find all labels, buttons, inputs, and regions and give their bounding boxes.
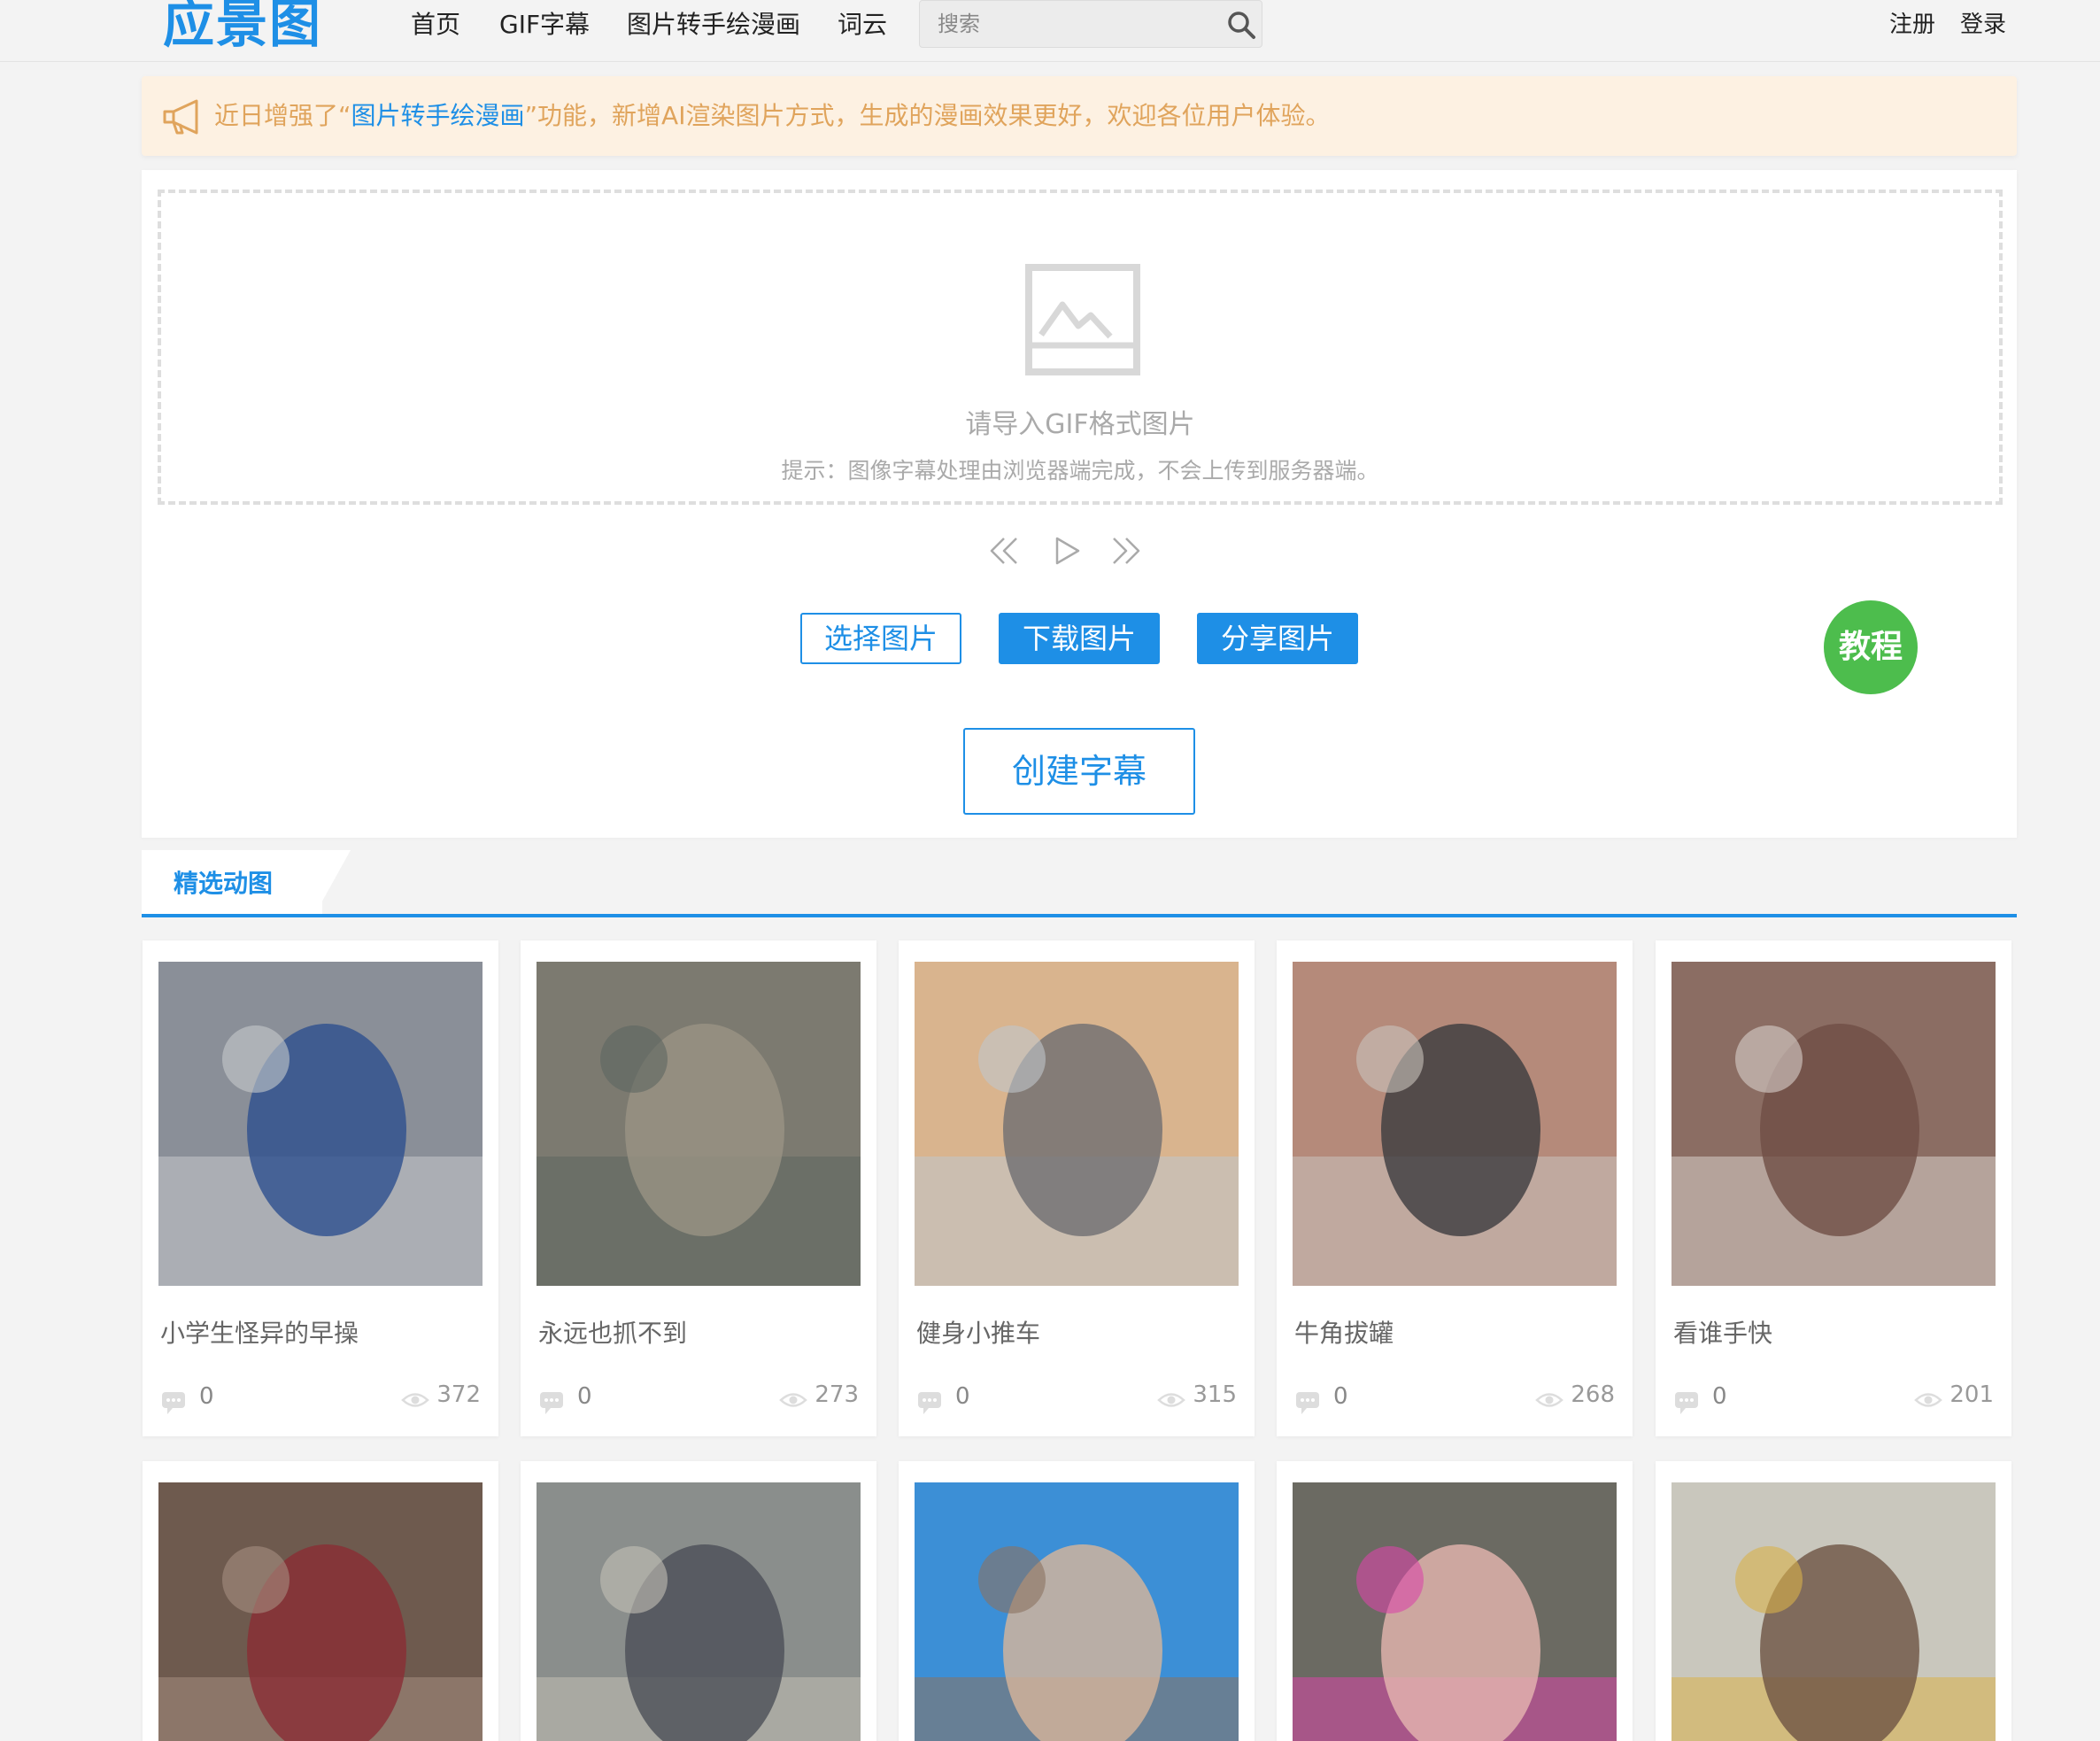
gif-thumbnail[interactable]	[158, 1482, 483, 1741]
announcement-suffix: ”功能，新增AI渲染图片方式，生成的漫画效果更好，欢迎各位用户体验。	[524, 101, 1331, 130]
gif-thumbnail[interactable]	[1672, 962, 1996, 1286]
create-caption-button[interactable]: 创建字幕	[963, 728, 1195, 815]
gif-card[interactable]: 小学生怪异的早操 0 372	[143, 940, 498, 1436]
gif-thumbnail[interactable]	[158, 962, 483, 1286]
comment-icon	[540, 1392, 563, 1414]
comment-count: 0	[199, 1383, 214, 1410]
gif-thumbnail-detail	[600, 1546, 668, 1613]
gif-thumbnail-detail	[222, 1025, 290, 1093]
megaphone-icon	[163, 99, 198, 135]
comment-icon	[1296, 1392, 1319, 1414]
gif-card[interactable]	[899, 1461, 1255, 1741]
share-image-button[interactable]: 分享图片	[1197, 613, 1358, 664]
gif-card[interactable]	[1656, 1461, 2011, 1741]
gif-thumbnail-detail	[1356, 1025, 1424, 1093]
gif-thumbnail[interactable]	[915, 962, 1239, 1286]
login-link[interactable]: 登录	[1960, 7, 2006, 43]
nav-item-photo-to-comic[interactable]: 图片转手绘漫画	[627, 7, 800, 43]
comment-count: 0	[955, 1383, 970, 1410]
comment-icon	[162, 1392, 185, 1414]
gif-thumbnail-detail	[978, 1546, 1046, 1613]
eye-icon	[1535, 1393, 1563, 1407]
view-count: 273	[815, 1381, 859, 1408]
announcement-prefix: 近日增强了“	[214, 101, 351, 130]
gif-card[interactable]	[143, 1461, 498, 1741]
comment-icon	[1675, 1392, 1698, 1414]
search-icon[interactable]	[1225, 9, 1257, 41]
gif-thumbnail-detail	[978, 1025, 1046, 1093]
view-count: 315	[1193, 1381, 1237, 1408]
section-tabs: 精选动图	[142, 850, 2017, 917]
view-count: 201	[1949, 1381, 1994, 1408]
gif-card[interactable]: 健身小推车 0 315	[899, 940, 1255, 1436]
eye-icon	[401, 1393, 429, 1407]
gif-thumbnail[interactable]	[537, 1482, 861, 1741]
gif-dropzone[interactable]: 请导入GIF格式图片 提示：图像字幕处理由浏览器端完成，不会上传到服务器端。	[158, 190, 2003, 505]
gif-thumbnail[interactable]	[537, 962, 861, 1286]
gif-title[interactable]: 永远也抓不到	[538, 1314, 687, 1350]
gif-thumbnail-detail	[222, 1546, 290, 1613]
search-box	[919, 0, 1262, 48]
register-link[interactable]: 注册	[1889, 7, 1935, 43]
gif-title[interactable]: 看谁手快	[1673, 1314, 1772, 1350]
announcement-banner: 近日增强了“图片转手绘漫画”功能，新增AI渲染图片方式，生成的漫画效果更好，欢迎…	[142, 76, 2017, 156]
download-image-button[interactable]: 下载图片	[999, 613, 1160, 664]
comment-count: 0	[1712, 1383, 1727, 1410]
image-placeholder-icon	[1025, 264, 1140, 375]
dropzone-title: 请导入GIF格式图片	[965, 409, 1195, 440]
gif-title[interactable]: 牛角拔罐	[1294, 1314, 1394, 1350]
gif-title[interactable]: 小学生怪异的早操	[160, 1314, 359, 1350]
comment-count: 0	[577, 1383, 592, 1410]
gif-thumbnail-detail	[600, 1025, 668, 1093]
gif-thumbnail[interactable]	[1293, 962, 1617, 1286]
site-logo[interactable]: 应景图	[163, 0, 322, 55]
tab-featured-gifs[interactable]: 精选动图	[142, 850, 322, 914]
gif-thumbnail-detail	[1356, 1546, 1424, 1613]
eye-icon	[1914, 1393, 1942, 1407]
gif-thumbnail-detail	[1735, 1025, 1803, 1093]
tutorial-button[interactable]: 教程	[1824, 600, 1918, 694]
rewind-icon[interactable]	[986, 533, 1022, 569]
gif-card[interactable]	[521, 1461, 876, 1741]
select-image-button[interactable]: 选择图片	[800, 613, 961, 664]
play-icon[interactable]	[1048, 533, 1084, 569]
nav-item-home[interactable]: 首页	[411, 7, 460, 43]
gif-card[interactable]	[1277, 1461, 1633, 1741]
announcement-text: 近日增强了“图片转手绘漫画”功能，新增AI渲染图片方式，生成的漫画效果更好，欢迎…	[214, 76, 1330, 156]
gif-card[interactable]: 牛角拔罐 0 268	[1277, 940, 1633, 1436]
fast-forward-icon[interactable]	[1108, 533, 1144, 569]
eye-icon	[1157, 1393, 1185, 1407]
view-count: 372	[436, 1381, 481, 1408]
search-input[interactable]	[938, 8, 1203, 40]
gif-thumbnail-detail	[1735, 1546, 1803, 1613]
gif-card[interactable]: 看谁手快 0 201	[1656, 940, 2011, 1436]
gif-thumbnail[interactable]	[915, 1482, 1239, 1741]
gif-card[interactable]: 永远也抓不到 0 273	[521, 940, 876, 1436]
eye-icon	[779, 1393, 807, 1407]
nav-item-word-cloud[interactable]: 词云	[838, 7, 887, 43]
view-count: 268	[1571, 1381, 1615, 1408]
gif-title[interactable]: 健身小推车	[916, 1314, 1040, 1350]
comment-count: 0	[1333, 1383, 1348, 1410]
gif-editor-panel: 请导入GIF格式图片 提示：图像字幕处理由浏览器端完成，不会上传到服务器端。 选…	[142, 170, 2017, 838]
comment-icon	[918, 1392, 941, 1414]
dropzone-hint: 提示：图像字幕处理由浏览器端完成，不会上传到服务器端。	[781, 458, 1379, 484]
nav-item-gif-caption[interactable]: GIF字幕	[499, 7, 590, 43]
announcement-link[interactable]: 图片转手绘漫画	[351, 101, 525, 130]
top-navbar: 应景图 首页 GIF字幕 图片转手绘漫画 词云 注册 登录	[0, 0, 2100, 62]
gif-thumbnail[interactable]	[1672, 1482, 1996, 1741]
gif-thumbnail[interactable]	[1293, 1482, 1617, 1741]
